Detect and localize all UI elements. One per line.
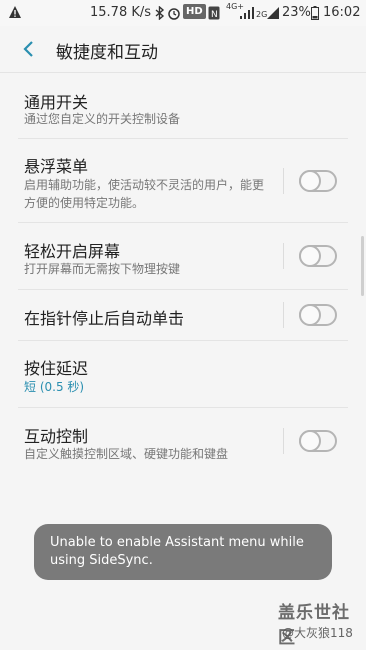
setting-auto-click[interactable]: 在指针停止后自动单击 bbox=[18, 290, 348, 341]
bluetooth-icon bbox=[155, 6, 165, 20]
alarm-icon bbox=[168, 8, 180, 20]
setting-interaction-control[interactable]: 互动控制 自定义触摸控制区域、硬键功能和键盘 bbox=[18, 408, 348, 476]
status-bar: 15.78 K/s HD N 4G+ 2G 23% 16:02 bbox=[0, 0, 366, 26]
vertical-divider bbox=[283, 428, 284, 454]
vertical-divider bbox=[283, 168, 284, 194]
signal-icon bbox=[240, 7, 254, 19]
setting-subtitle: 自定义触摸控制区域、硬键功能和键盘 bbox=[24, 447, 229, 461]
edge-panel-handle[interactable] bbox=[361, 236, 364, 296]
warning-icon bbox=[9, 6, 21, 18]
app-bar: 敏捷度和互动 bbox=[0, 26, 366, 72]
toggle-knob bbox=[299, 430, 321, 452]
hd-badge: HD bbox=[183, 4, 206, 19]
setting-subtitle: 通过您自定义的开关控制设备 bbox=[24, 112, 181, 126]
vertical-divider bbox=[283, 302, 284, 328]
setting-title: 在指针停止后自动单击 bbox=[24, 309, 185, 328]
settings-list: 通用开关 通过您自定义的开关控制设备 悬浮菜单 启用辅助功能，使活动较不灵活的用… bbox=[18, 72, 348, 476]
setting-subtitle: 启用辅助功能，使活动较不灵活的用户，能更方便的使用特定功能。 bbox=[24, 178, 265, 210]
assistant-menu-toggle[interactable] bbox=[299, 170, 337, 192]
setting-value: 短 (0.5 秒) bbox=[24, 380, 85, 394]
signal-icon bbox=[267, 7, 279, 19]
interaction-control-toggle[interactable] bbox=[299, 430, 337, 452]
toggle-knob bbox=[299, 245, 321, 267]
setting-title: 轻松开启屏幕 bbox=[24, 242, 121, 261]
nfc-icon: N bbox=[208, 6, 220, 20]
setting-assistant-menu[interactable]: 悬浮菜单 启用辅助功能，使活动较不灵活的用户，能更方便的使用特定功能。 bbox=[18, 139, 348, 223]
auto-click-toggle[interactable] bbox=[299, 304, 337, 326]
setting-title: 按住延迟 bbox=[24, 359, 89, 378]
toggle-knob bbox=[299, 170, 321, 192]
setting-title: 互动控制 bbox=[24, 427, 89, 446]
network-speed: 15.78 K/s bbox=[90, 5, 152, 20]
setting-easy-screen-turn-on[interactable]: 轻松开启屏幕 打开屏幕而无需按下物理按键 bbox=[18, 223, 348, 290]
watermark-user: @大灰狼118 bbox=[282, 626, 353, 640]
setting-universal-switch[interactable]: 通用开关 通过您自定义的开关控制设备 bbox=[18, 72, 348, 139]
toast-message: Unable to enable Assistant menu while us… bbox=[34, 524, 332, 580]
battery-icon bbox=[311, 6, 319, 20]
setting-subtitle: 打开屏幕而无需按下物理按键 bbox=[24, 262, 181, 276]
back-arrow-icon bbox=[23, 41, 33, 57]
vertical-divider bbox=[283, 243, 284, 269]
battery-percent: 23% bbox=[282, 5, 311, 20]
toggle-knob bbox=[299, 304, 321, 326]
easy-screen-turn-on-toggle[interactable] bbox=[299, 245, 337, 267]
setting-touch-and-hold-delay[interactable]: 按住延迟 短 (0.5 秒) bbox=[18, 341, 348, 408]
setting-title: 悬浮菜单 bbox=[24, 157, 89, 176]
back-button[interactable] bbox=[14, 34, 44, 64]
svg-text:N: N bbox=[211, 10, 218, 20]
clock: 16:02 bbox=[323, 5, 361, 20]
page-title: 敏捷度和互动 bbox=[56, 43, 158, 63]
